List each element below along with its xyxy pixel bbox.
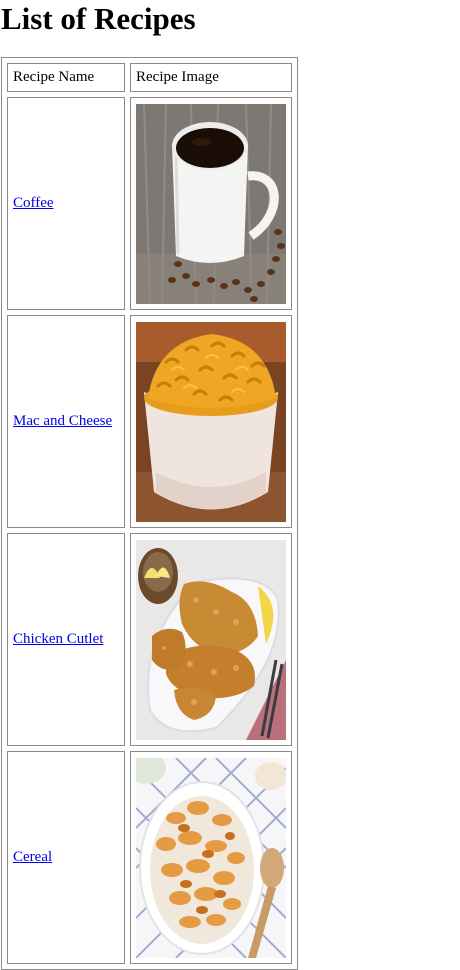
table-row: Mac and Cheese bbox=[7, 315, 292, 528]
table-row: Cereal bbox=[7, 751, 292, 964]
coffee-image bbox=[136, 103, 286, 304]
recipe-link-coffee[interactable]: Coffee bbox=[13, 195, 54, 211]
header-recipe-name: Recipe Name bbox=[7, 63, 125, 92]
recipe-link-chicken-cutlet[interactable]: Chicken Cutlet bbox=[13, 631, 103, 647]
recipe-name-cell: Coffee bbox=[7, 97, 125, 310]
cereal-image bbox=[136, 757, 286, 958]
table-row: Chicken Cutlet bbox=[7, 533, 292, 746]
recipe-link-mac-and-cheese[interactable]: Mac and Cheese bbox=[13, 413, 112, 429]
recipe-image-cell bbox=[130, 751, 292, 964]
recipe-name-cell: Chicken Cutlet bbox=[7, 533, 125, 746]
recipe-link-cereal[interactable]: Cereal bbox=[13, 849, 52, 865]
recipe-image-cell bbox=[130, 533, 292, 746]
mac-and-cheese-image bbox=[136, 321, 286, 522]
recipes-table: Recipe Name Recipe Image Coffee Mac and … bbox=[1, 57, 298, 970]
table-header-row: Recipe Name Recipe Image bbox=[7, 63, 292, 92]
recipe-image-cell bbox=[130, 315, 292, 528]
recipe-name-cell: Mac and Cheese bbox=[7, 315, 125, 528]
recipe-image-cell bbox=[130, 97, 292, 310]
page-title: List of Recipes bbox=[1, 1, 196, 36]
chicken-cutlet-image bbox=[136, 539, 286, 740]
header-recipe-image: Recipe Image bbox=[130, 63, 292, 92]
table-row: Coffee bbox=[7, 97, 292, 310]
recipe-name-cell: Cereal bbox=[7, 751, 125, 964]
